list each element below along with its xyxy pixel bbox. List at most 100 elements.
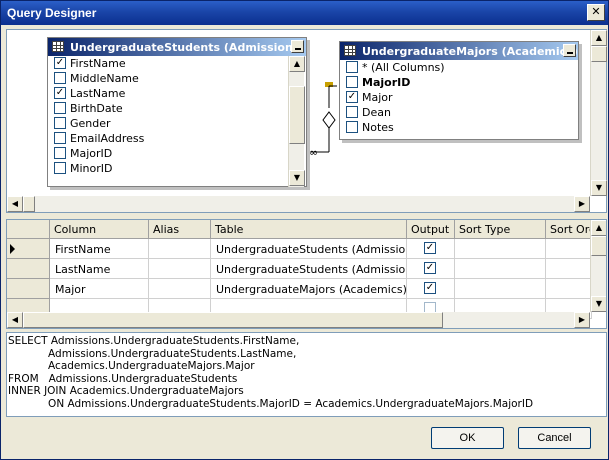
column-row[interactable]: ✓ LastName (48, 86, 306, 101)
output-checkbox[interactable]: ✓ (424, 242, 436, 254)
column-checkbox[interactable]: ✓ (54, 87, 66, 99)
sql-pane[interactable]: SELECT Admissions.UndergraduateStudents.… (6, 332, 607, 417)
table-undergraduate-majors[interactable]: UndergraduateMajors (Academics) * (All C… (339, 41, 579, 140)
cell-table[interactable]: UndergraduateStudents (Admissions) (211, 239, 407, 259)
column-checkbox[interactable]: ✓ (54, 57, 66, 69)
close-icon: ✕ (591, 5, 601, 18)
cell-column[interactable]: FirstName (50, 239, 149, 259)
row-header[interactable] (7, 239, 50, 259)
minimize-table-button[interactable] (563, 44, 576, 57)
header-alias[interactable]: Alias (149, 220, 211, 239)
output-checkbox[interactable]: ✓ (424, 262, 436, 274)
column-row[interactable]: MajorID (48, 146, 306, 161)
criteria-grid-pane[interactable]: Column Alias Table Output Sort Type Sort… (6, 219, 607, 329)
scroll-down-button[interactable]: ▼ (591, 296, 606, 312)
cell-sort-order[interactable] (546, 239, 592, 259)
cell-output[interactable]: ✓ (407, 279, 455, 299)
cell-column[interactable]: Major (50, 279, 149, 299)
scroll-thumb[interactable] (23, 196, 35, 212)
column-row[interactable]: Gender (48, 116, 306, 131)
column-checkbox[interactable]: ✓ (346, 91, 358, 103)
column-label: MajorID (70, 147, 113, 160)
column-label: MiddleName (70, 72, 139, 85)
column-row[interactable]: EmailAddress (48, 131, 306, 146)
grid-row[interactable]: FirstName UndergraduateStudents (Admissio… (7, 239, 592, 259)
column-checkbox[interactable] (54, 147, 66, 159)
column-row[interactable]: MinorID (48, 161, 306, 176)
output-checkbox[interactable]: ✓ (424, 282, 436, 294)
column-checkbox[interactable] (54, 132, 66, 144)
close-button[interactable]: ✕ (587, 4, 605, 21)
table-header[interactable]: UndergraduateStudents (Admissions) (48, 38, 306, 56)
header-output[interactable]: Output (407, 220, 455, 239)
scroll-thumb[interactable] (23, 312, 443, 328)
window-title: Query Designer (7, 6, 97, 20)
column-checkbox[interactable] (346, 121, 358, 133)
cell-alias[interactable] (149, 259, 211, 279)
table-undergraduate-students[interactable]: UndergraduateStudents (Admissions) ✓ Firs… (47, 37, 307, 187)
join-line[interactable]: ∞ (303, 78, 343, 158)
infinity-icon: ∞ (309, 146, 318, 158)
scroll-up-button[interactable]: ▲ (591, 30, 607, 46)
scroll-thumb[interactable] (591, 46, 607, 62)
grid-vertical-scrollbar[interactable]: ▲ ▼ (590, 220, 606, 312)
title-bar[interactable]: Query Designer ✕ (1, 1, 608, 25)
column-checkbox[interactable] (346, 106, 358, 118)
query-designer-window: Query Designer ✕ UndergraduateStudents (… (0, 0, 609, 460)
sql-line: INNER JOIN Academics.UndergraduateMajors (8, 385, 244, 397)
row-header[interactable] (7, 279, 50, 299)
column-row[interactable]: * (All Columns) (340, 60, 578, 75)
column-row[interactable]: MajorID (340, 75, 578, 90)
cell-sort-order[interactable] (546, 279, 592, 299)
cell-sort-type[interactable] (455, 239, 546, 259)
grid-row[interactable]: LastName UndergraduateStudents (Admission… (7, 259, 592, 279)
cell-sort-order[interactable] (546, 259, 592, 279)
scroll-right-button[interactable]: ▶ (574, 312, 590, 328)
column-row[interactable]: ✓ FirstName (48, 56, 306, 71)
row-header[interactable] (7, 259, 50, 279)
scroll-left-button[interactable]: ◀ (7, 196, 23, 212)
scroll-down-button[interactable]: ▼ (289, 170, 305, 186)
diagram-horizontal-scrollbar[interactable]: ◀ ▶ (7, 196, 590, 212)
table-vertical-scrollbar[interactable]: ▲ ▼ (288, 56, 305, 187)
diagram-vertical-scrollbar[interactable]: ▲ ▼ (590, 30, 607, 196)
cancel-button[interactable]: Cancel (518, 427, 591, 449)
cell-sort-type[interactable] (455, 279, 546, 299)
column-checkbox[interactable] (54, 117, 66, 129)
cell-sort-type[interactable] (455, 259, 546, 279)
grid-row[interactable]: Major UndergraduateMajors (Academics) ✓ (7, 279, 592, 299)
column-label: BirthDate (70, 102, 123, 115)
table-header[interactable]: UndergraduateMajors (Academics) (340, 42, 578, 60)
column-row[interactable]: Notes (340, 120, 578, 135)
column-checkbox[interactable] (346, 76, 358, 88)
header-sort-type[interactable]: Sort Type (455, 220, 546, 239)
scroll-up-button[interactable]: ▲ (591, 220, 606, 236)
column-row[interactable]: ✓ Major (340, 90, 578, 105)
scroll-thumb[interactable] (591, 236, 606, 256)
scroll-up-button[interactable]: ▲ (289, 56, 305, 72)
column-checkbox[interactable] (54, 72, 66, 84)
column-row[interactable]: MiddleName (48, 71, 306, 86)
cell-table[interactable]: UndergraduateStudents (Admissions) (211, 259, 407, 279)
header-sort-order[interactable]: Sort Order (546, 220, 592, 239)
grid-horizontal-scrollbar[interactable]: ◀ ▶ (7, 312, 590, 328)
cell-table[interactable]: UndergraduateMajors (Academics) (211, 279, 407, 299)
header-column[interactable]: Column (50, 220, 149, 239)
column-row[interactable]: Dean (340, 105, 578, 120)
ok-button[interactable]: OK (431, 427, 504, 449)
cell-column[interactable]: LastName (50, 259, 149, 279)
cell-output[interactable]: ✓ (407, 239, 455, 259)
scroll-right-button[interactable]: ▶ (574, 196, 590, 212)
header-table[interactable]: Table (211, 220, 407, 239)
scroll-down-button[interactable]: ▼ (591, 180, 607, 196)
column-checkbox[interactable] (346, 61, 358, 73)
scroll-left-button[interactable]: ◀ (7, 312, 23, 328)
minimize-table-button[interactable] (291, 40, 304, 53)
column-checkbox[interactable] (54, 102, 66, 114)
column-checkbox[interactable] (54, 162, 66, 174)
diagram-pane[interactable]: UndergraduateStudents (Admissions) ✓ Firs… (6, 29, 607, 213)
cell-alias[interactable] (149, 239, 211, 259)
cell-alias[interactable] (149, 279, 211, 299)
column-row[interactable]: BirthDate (48, 101, 306, 116)
cell-output[interactable]: ✓ (407, 259, 455, 279)
